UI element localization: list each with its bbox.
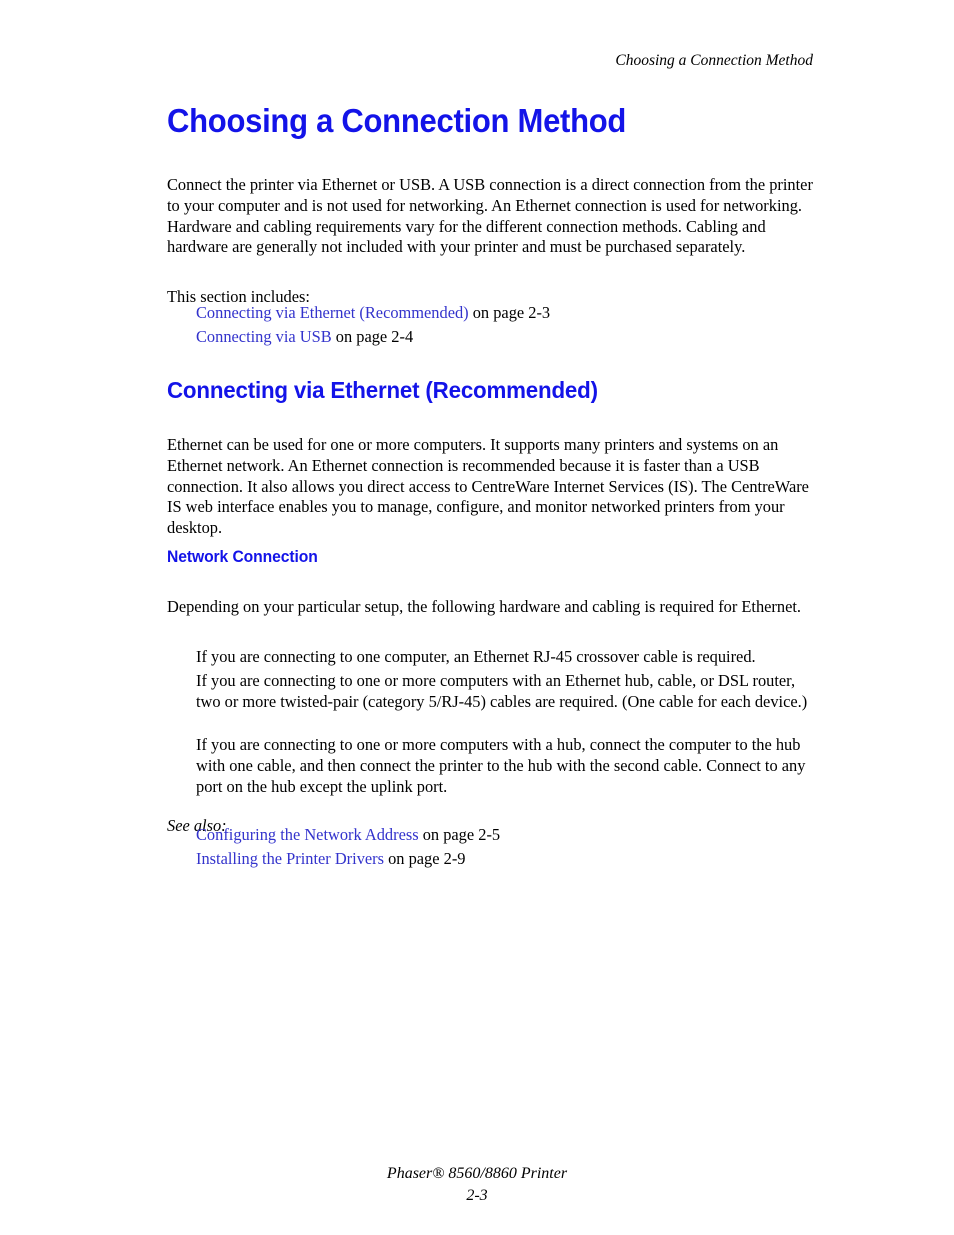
link-page-ref: on page 2-5	[418, 825, 501, 844]
intro-paragraph: Connect the printer via Ethernet or USB.…	[167, 175, 813, 257]
network-requirement-item: If you are connecting to one computer, a…	[196, 647, 756, 667]
ethernet-paragraph: Ethernet can be used for one or more com…	[167, 435, 809, 537]
list-item: Configuring the Network Address on page …	[196, 823, 500, 847]
link-connecting-via-usb[interactable]: Connecting via USB	[196, 327, 332, 346]
link-page-ref: on page 2-3	[468, 303, 551, 322]
link-connecting-via-ethernet[interactable]: Connecting via Ethernet (Recommended)	[196, 303, 469, 322]
list-item: Connecting via Ethernet (Recommended) on…	[196, 301, 550, 325]
link-installing-the-printer-drivers[interactable]: Installing the Printer Drivers	[196, 849, 384, 868]
network-requirement-item: If you are connecting to one or more com…	[196, 671, 808, 711]
page-title: Choosing a Connection Method	[167, 102, 627, 139]
section-heading-ethernet: Connecting via Ethernet (Recommended)	[167, 377, 598, 403]
network-connection-paragraph: Depending on your particular setup, the …	[167, 597, 802, 617]
subsection-heading-network-connection: Network Connection	[167, 548, 318, 566]
list-item: Installing the Printer Drivers on page 2…	[196, 847, 500, 871]
document-page: Choosing a Connection Method Choosing a …	[0, 0, 954, 1235]
link-configuring-the-network-address[interactable]: Configuring the Network Address	[196, 825, 419, 844]
link-page-ref: on page 2-9	[384, 849, 466, 869]
footer-product-name: Phaser® 8560/8860 Printer	[386, 1165, 568, 1182]
list-item: Connecting via USB on page 2-4	[196, 325, 550, 349]
footer-page-number: 2-3	[466, 1187, 488, 1204]
see-also-links-list: Configuring the Network Address on page …	[196, 823, 500, 871]
network-requirement-item: If you are connecting to one or more com…	[196, 735, 806, 796]
running-header: Choosing a Connection Method	[615, 52, 813, 69]
link-page-ref: on page 2-4	[331, 327, 414, 347]
section-links-list: Connecting via Ethernet (Recommended) on…	[196, 301, 550, 349]
